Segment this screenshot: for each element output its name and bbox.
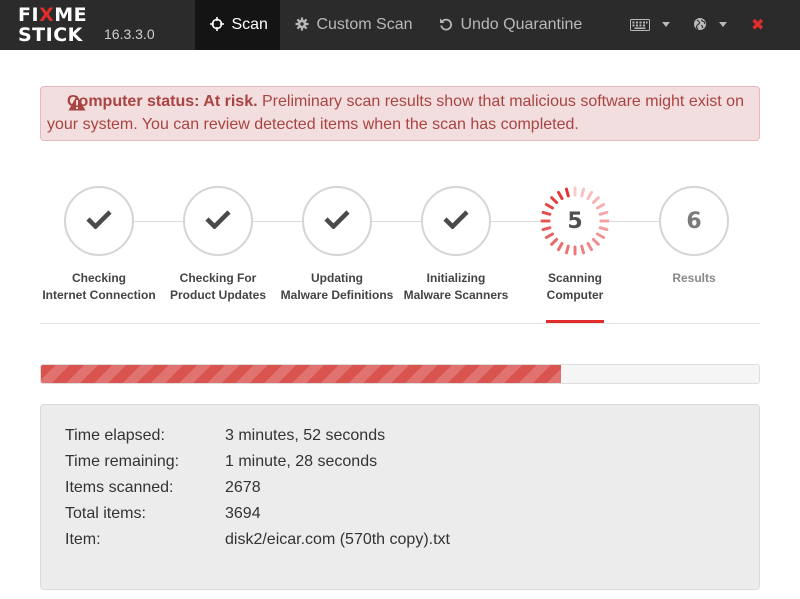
- chevron-down-icon: [719, 22, 728, 27]
- step-checking-internet: Checking Internet Connection: [39, 186, 159, 304]
- undo-icon: [439, 16, 460, 33]
- scan-progress-bar: [40, 364, 760, 384]
- alert-message-line2: your system. You can review detected ite…: [47, 116, 579, 133]
- current-item-label: Item:: [65, 531, 101, 548]
- step-5-label-line1: Scanning: [547, 271, 602, 285]
- spinner-tick: [586, 190, 593, 200]
- step-6-label-line1: Results: [672, 271, 716, 285]
- spinner-tick: [541, 226, 552, 232]
- step-6-number: 6: [686, 208, 702, 234]
- step-2-circle: [183, 186, 253, 256]
- globe-icon: [693, 16, 714, 33]
- warning-icon: [68, 95, 86, 118]
- active-step-indicator: [546, 320, 604, 323]
- step-1-label-line2: Internet Connection: [42, 288, 156, 302]
- time-remaining-label: Time remaining:: [65, 453, 180, 470]
- items-scanned-label: Items scanned:: [65, 479, 174, 496]
- alert-title: Computer status: At risk.: [67, 93, 258, 110]
- current-item-value: disk2/eicar.com (570th copy).txt: [225, 531, 450, 548]
- spinner-tick: [598, 210, 609, 216]
- step-3-label-line1: Updating: [311, 271, 363, 285]
- checkmark-icon: [86, 209, 112, 234]
- tab-undo-quarantine-label: Undo Quarantine: [460, 16, 583, 33]
- spinner-tick: [557, 242, 564, 252]
- step-initializing-scanners: Initializing Malware Scanners: [396, 186, 516, 304]
- steps-divider: [40, 323, 760, 324]
- spinner-tick: [591, 237, 600, 246]
- spinner-tick: [541, 210, 552, 216]
- step-1-circle: [64, 186, 134, 256]
- spinner-tick: [550, 196, 559, 205]
- scan-progress-fill: [41, 365, 561, 383]
- tab-undo-quarantine[interactable]: Undo Quarantine: [439, 0, 582, 50]
- step-scanning-computer: 5 Scanning Computer: [515, 186, 635, 304]
- tab-custom-scan-label: Custom Scan: [316, 16, 413, 33]
- spinner-tick: [544, 232, 554, 239]
- close-button[interactable]: ✖: [751, 0, 769, 50]
- spinner-tick: [586, 242, 593, 252]
- language-dropdown[interactable]: [693, 0, 728, 50]
- keyboard-icon: [630, 16, 657, 33]
- step-5-label-line2: Computer: [546, 288, 604, 302]
- step-6-circle: 6: [659, 186, 729, 256]
- spinner-tick: [580, 187, 586, 198]
- step-2-label-line2: Product Updates: [169, 288, 266, 302]
- fixmestick-logo: FIXME STICK: [18, 4, 88, 46]
- step-4-label-line1: Initializing: [426, 271, 486, 285]
- spinner-tick: [564, 187, 570, 198]
- time-elapsed-label: Time elapsed:: [65, 427, 165, 444]
- version-label: 16.3.3.0: [104, 26, 155, 42]
- step-5-number: 5: [567, 208, 583, 234]
- top-navbar: FIXME STICK 16.3.3.0 Scan Custom Scan Un…: [0, 0, 800, 50]
- step-3-circle: [302, 186, 372, 256]
- step-5-circle: 5: [540, 186, 610, 256]
- step-3-label-line2: Malware Definitions: [280, 288, 394, 302]
- alert-message-line1: Preliminary scan results show that malic…: [262, 93, 744, 110]
- spinner-tick: [580, 244, 586, 255]
- spinner-tick: [591, 196, 600, 205]
- close-icon: ✖: [751, 15, 765, 34]
- spinner-tick: [596, 232, 606, 239]
- spinner-tick: [544, 203, 554, 210]
- time-remaining-value: 1 minute, 28 seconds: [225, 453, 378, 470]
- spinner-tick: [564, 244, 570, 255]
- checkmark-icon: [324, 209, 350, 234]
- step-2-label-line1: Checking For: [179, 271, 257, 285]
- items-scanned-value: 2678: [225, 479, 261, 496]
- checkmark-icon: [443, 209, 469, 234]
- gear-icon: [295, 16, 316, 33]
- tab-scan[interactable]: Scan: [195, 0, 280, 50]
- keyboard-dropdown[interactable]: [630, 0, 671, 50]
- total-items-value: 3694: [225, 505, 261, 522]
- step-results: 6 Results: [634, 186, 754, 287]
- total-items-label: Total items:: [65, 505, 146, 522]
- step-4-label-line2: Malware Scanners: [403, 288, 509, 302]
- spinner-tick: [596, 203, 606, 210]
- step-1-label-line1: Checking: [71, 271, 126, 285]
- scan-info-panel: Time elapsed: 3 minutes, 52 seconds Time…: [40, 404, 760, 590]
- status-alert: Computer status: At risk. Preliminary sc…: [40, 86, 760, 141]
- step-4-circle: [421, 186, 491, 256]
- step-updating-definitions: Updating Malware Definitions: [277, 186, 397, 304]
- spinner-tick: [557, 190, 564, 200]
- tab-custom-scan[interactable]: Custom Scan: [295, 0, 413, 50]
- chevron-down-icon: [662, 22, 671, 27]
- spinner-tick: [550, 237, 559, 246]
- crosshair-icon: [210, 16, 231, 33]
- step-checking-updates: Checking For Product Updates: [158, 186, 278, 304]
- tab-scan-label: Scan: [231, 16, 268, 33]
- checkmark-icon: [205, 209, 231, 234]
- spinner-tick: [598, 226, 609, 232]
- time-elapsed-value: 3 minutes, 52 seconds: [225, 427, 386, 444]
